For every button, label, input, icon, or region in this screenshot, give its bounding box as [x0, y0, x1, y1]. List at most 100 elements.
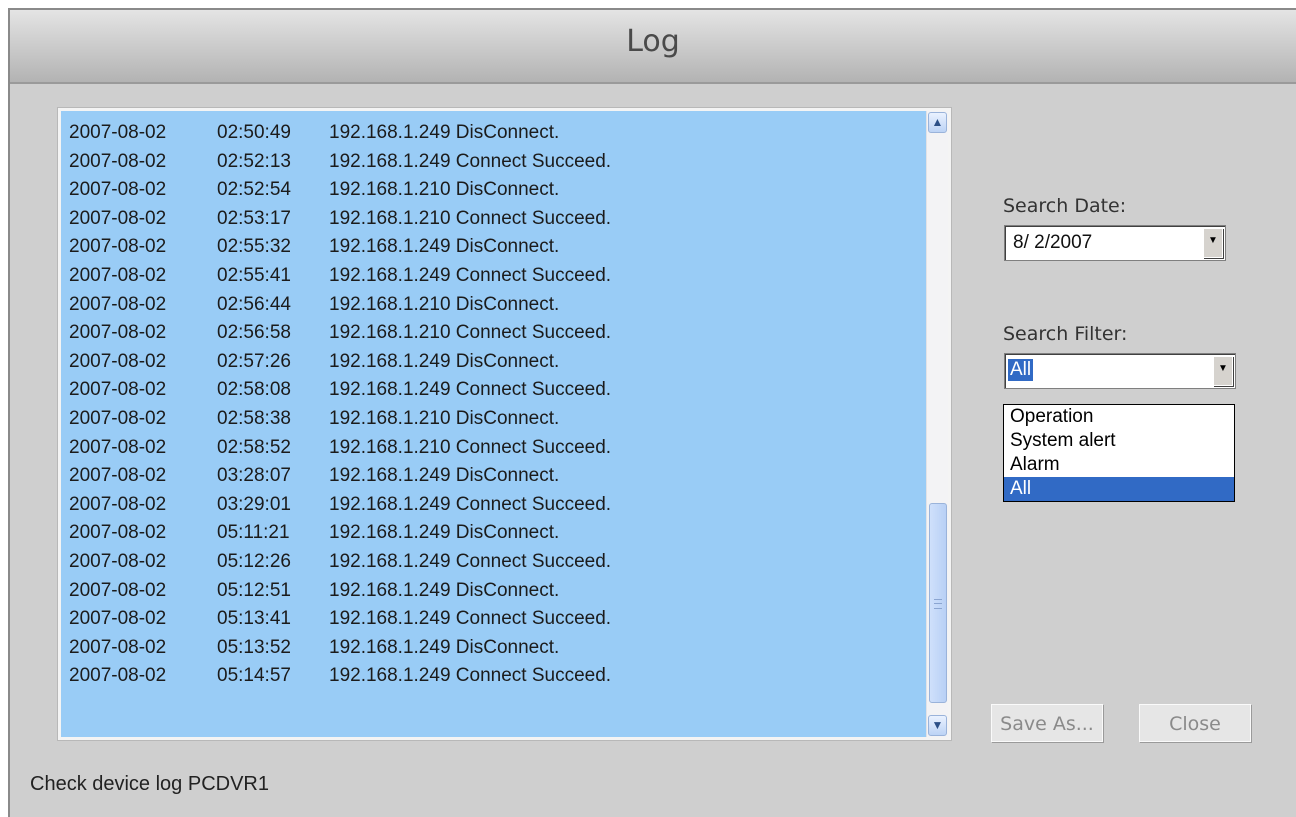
scroll-down-icon[interactable]: ▼: [928, 715, 947, 736]
log-message: 192.168.1.249 DisConnect.: [329, 579, 560, 601]
log-time: 05:12:51: [217, 579, 291, 601]
log-list[interactable]: 2007-08-02 02:50:49 192.168.1.249 DisConne…: [58, 108, 951, 740]
scroll-up-icon[interactable]: ▲: [928, 112, 947, 133]
log-message: 192.168.1.249 DisConnect.: [329, 465, 560, 487]
log-date: 2007-08-02: [69, 207, 167, 229]
log-entry[interactable]: 2007-08-02 02:55:32 192.168.1.249 DisConne…: [69, 233, 924, 262]
log-time: 05:12:26: [217, 550, 291, 572]
log-time: 02:52:13: [217, 150, 291, 172]
log-time: 05:11:21: [217, 522, 290, 544]
log-message: 192.168.1.249 Connect Succeed.: [329, 550, 612, 572]
log-entry[interactable]: 2007-08-02 05:12:26 192.168.1.249 Connect …: [69, 548, 924, 577]
filter-option[interactable]: System alert: [1004, 429, 1234, 453]
save-as-button[interactable]: Save As...: [991, 704, 1103, 742]
log-message: 192.168.1.249 DisConnect.: [329, 122, 560, 143]
log-date: 2007-08-02: [69, 465, 167, 487]
log-message: 192.168.1.210 Connect Succeed.: [329, 322, 612, 344]
log-entry[interactable]: 2007-08-02 05:13:41 192.168.1.249 Connect …: [69, 605, 924, 634]
log-time: 05:13:41: [217, 608, 291, 630]
log-date: 2007-08-02: [69, 550, 167, 572]
log-message: 192.168.1.249 Connect Succeed.: [329, 493, 612, 515]
log-date: 2007-08-02: [69, 522, 167, 544]
log-entry[interactable]: 2007-08-02 02:53:17 192.168.1.210 Connect …: [69, 205, 924, 234]
log-date: 2007-08-02: [69, 322, 167, 344]
log-message: 192.168.1.210 DisConnect.: [329, 179, 560, 201]
log-entry[interactable]: 2007-08-02 02:58:08 192.168.1.249 Connect …: [69, 376, 924, 405]
log-time: 02:52:54: [217, 179, 291, 201]
log-entry[interactable]: 2007-08-02 02:58:52 192.168.1.210 Connect …: [69, 434, 924, 463]
log-message: 192.168.1.249 DisConnect.: [329, 236, 560, 258]
log-date: 2007-08-02: [69, 636, 167, 658]
log-message: 192.168.1.249 Connect Succeed.: [329, 150, 612, 172]
log-entry[interactable]: 2007-08-02 02:50:49 192.168.1.249 DisConne…: [69, 119, 924, 148]
log-time: 03:28:07: [217, 465, 291, 487]
log-date: 2007-08-02: [69, 264, 167, 286]
log-entry[interactable]: 2007-08-02 03:28:07 192.168.1.249 DisConne…: [69, 462, 924, 491]
log-message: 192.168.1.249 DisConnect.: [329, 636, 560, 658]
log-entry[interactable]: 2007-08-02 02:56:44 192.168.1.210 DisConne…: [69, 291, 924, 320]
log-time: 02:55:32: [217, 236, 291, 258]
filter-option[interactable]: All: [1004, 477, 1234, 501]
log-date: 2007-08-02: [69, 379, 167, 401]
search-date-label: Search Date:: [1003, 195, 1127, 217]
log-message: 192.168.1.210 Connect Succeed.: [329, 207, 612, 229]
log-time: 05:14:57: [217, 665, 291, 687]
grip-icon: [934, 599, 942, 609]
log-message: 192.168.1.249 DisConnect.: [329, 350, 560, 372]
log-time: 02:57:26: [217, 350, 291, 372]
log-date: 2007-08-02: [69, 179, 167, 201]
log-entry[interactable]: 2007-08-02 05:11:21 192.168.1.249 DisConne…: [69, 519, 924, 548]
log-entry[interactable]: 2007-08-02 05:14:57 192.168.1.249 Connect …: [69, 662, 924, 691]
search-filter-value: All: [1008, 359, 1034, 381]
log-date: 2007-08-02: [69, 150, 167, 172]
log-entry[interactable]: 2007-08-02 02:58:38 192.168.1.210 DisConne…: [69, 405, 924, 434]
log-time: 02:56:44: [217, 293, 291, 315]
log-entry[interactable]: 2007-08-02 02:52:54 192.168.1.210 DisConne…: [69, 176, 924, 205]
log-date: 2007-08-02: [69, 122, 167, 143]
search-filter-select[interactable]: All ▼: [1004, 353, 1236, 389]
search-date-value: 8/ 2/2007: [1013, 232, 1093, 253]
log-date: 2007-08-02: [69, 236, 167, 258]
status-text: Check device log PCDVR1: [30, 773, 269, 795]
log-entry[interactable]: 2007-08-02 05:12:51 192.168.1.249 DisConne…: [69, 577, 924, 606]
title-bar[interactable]: Log: [10, 10, 1296, 84]
search-filter-dropdown: Operation System alert Alarm All: [1003, 404, 1235, 502]
filter-option[interactable]: Operation: [1004, 405, 1234, 429]
log-date: 2007-08-02: [69, 293, 167, 315]
log-message: 192.168.1.249 Connect Succeed.: [329, 665, 612, 687]
log-message: 192.168.1.249 Connect Succeed.: [329, 264, 612, 286]
log-date: 2007-08-02: [69, 350, 167, 372]
vertical-scrollbar[interactable]: ▲ ▼: [926, 111, 948, 737]
scrollbar-thumb[interactable]: [929, 503, 947, 703]
window-title: Log: [626, 24, 680, 59]
log-date: 2007-08-02: [69, 579, 167, 601]
log-message: 192.168.1.210 DisConnect.: [329, 407, 560, 429]
close-button[interactable]: Close: [1139, 704, 1251, 742]
log-entry[interactable]: 2007-08-02 02:55:41 192.168.1.249 Connect …: [69, 262, 924, 291]
log-time: 02:58:38: [217, 407, 291, 429]
log-time: 03:29:01: [217, 493, 291, 515]
log-message: 192.168.1.210 Connect Succeed.: [329, 436, 612, 458]
log-entry[interactable]: 2007-08-02 03:29:01 192.168.1.249 Connect …: [69, 491, 924, 520]
log-time: 02:58:52: [217, 436, 291, 458]
log-entry[interactable]: 2007-08-02 05:13:52 192.168.1.249 DisConne…: [69, 634, 924, 663]
log-date: 2007-08-02: [69, 407, 167, 429]
log-window: Log 2007-08-02 02:50:49 192.168.1.249 DisC…: [8, 8, 1296, 817]
log-rows: 2007-08-02 02:50:49 192.168.1.249 DisConne…: [69, 119, 924, 691]
log-time: 02:55:41: [217, 264, 291, 286]
log-message: 192.168.1.249 Connect Succeed.: [329, 379, 612, 401]
chevron-down-icon[interactable]: ▼: [1213, 356, 1233, 386]
log-date: 2007-08-02: [69, 436, 167, 458]
search-filter-label: Search Filter:: [1003, 323, 1128, 345]
log-time: 02:53:17: [217, 207, 291, 229]
log-entry[interactable]: 2007-08-02 02:52:13 192.168.1.249 Connect …: [69, 148, 924, 177]
search-date-picker[interactable]: 8/ 2/2007 ▼: [1004, 225, 1226, 261]
log-message: 192.168.1.210 DisConnect.: [329, 293, 560, 315]
log-time: 02:50:49: [217, 122, 291, 143]
log-entry[interactable]: 2007-08-02 02:57:26 192.168.1.249 DisConne…: [69, 348, 924, 377]
log-date: 2007-08-02: [69, 608, 167, 630]
log-entry[interactable]: 2007-08-02 02:56:58 192.168.1.210 Connect …: [69, 319, 924, 348]
log-date: 2007-08-02: [69, 493, 167, 515]
chevron-down-icon[interactable]: ▼: [1203, 228, 1223, 258]
filter-option[interactable]: Alarm: [1004, 453, 1234, 477]
